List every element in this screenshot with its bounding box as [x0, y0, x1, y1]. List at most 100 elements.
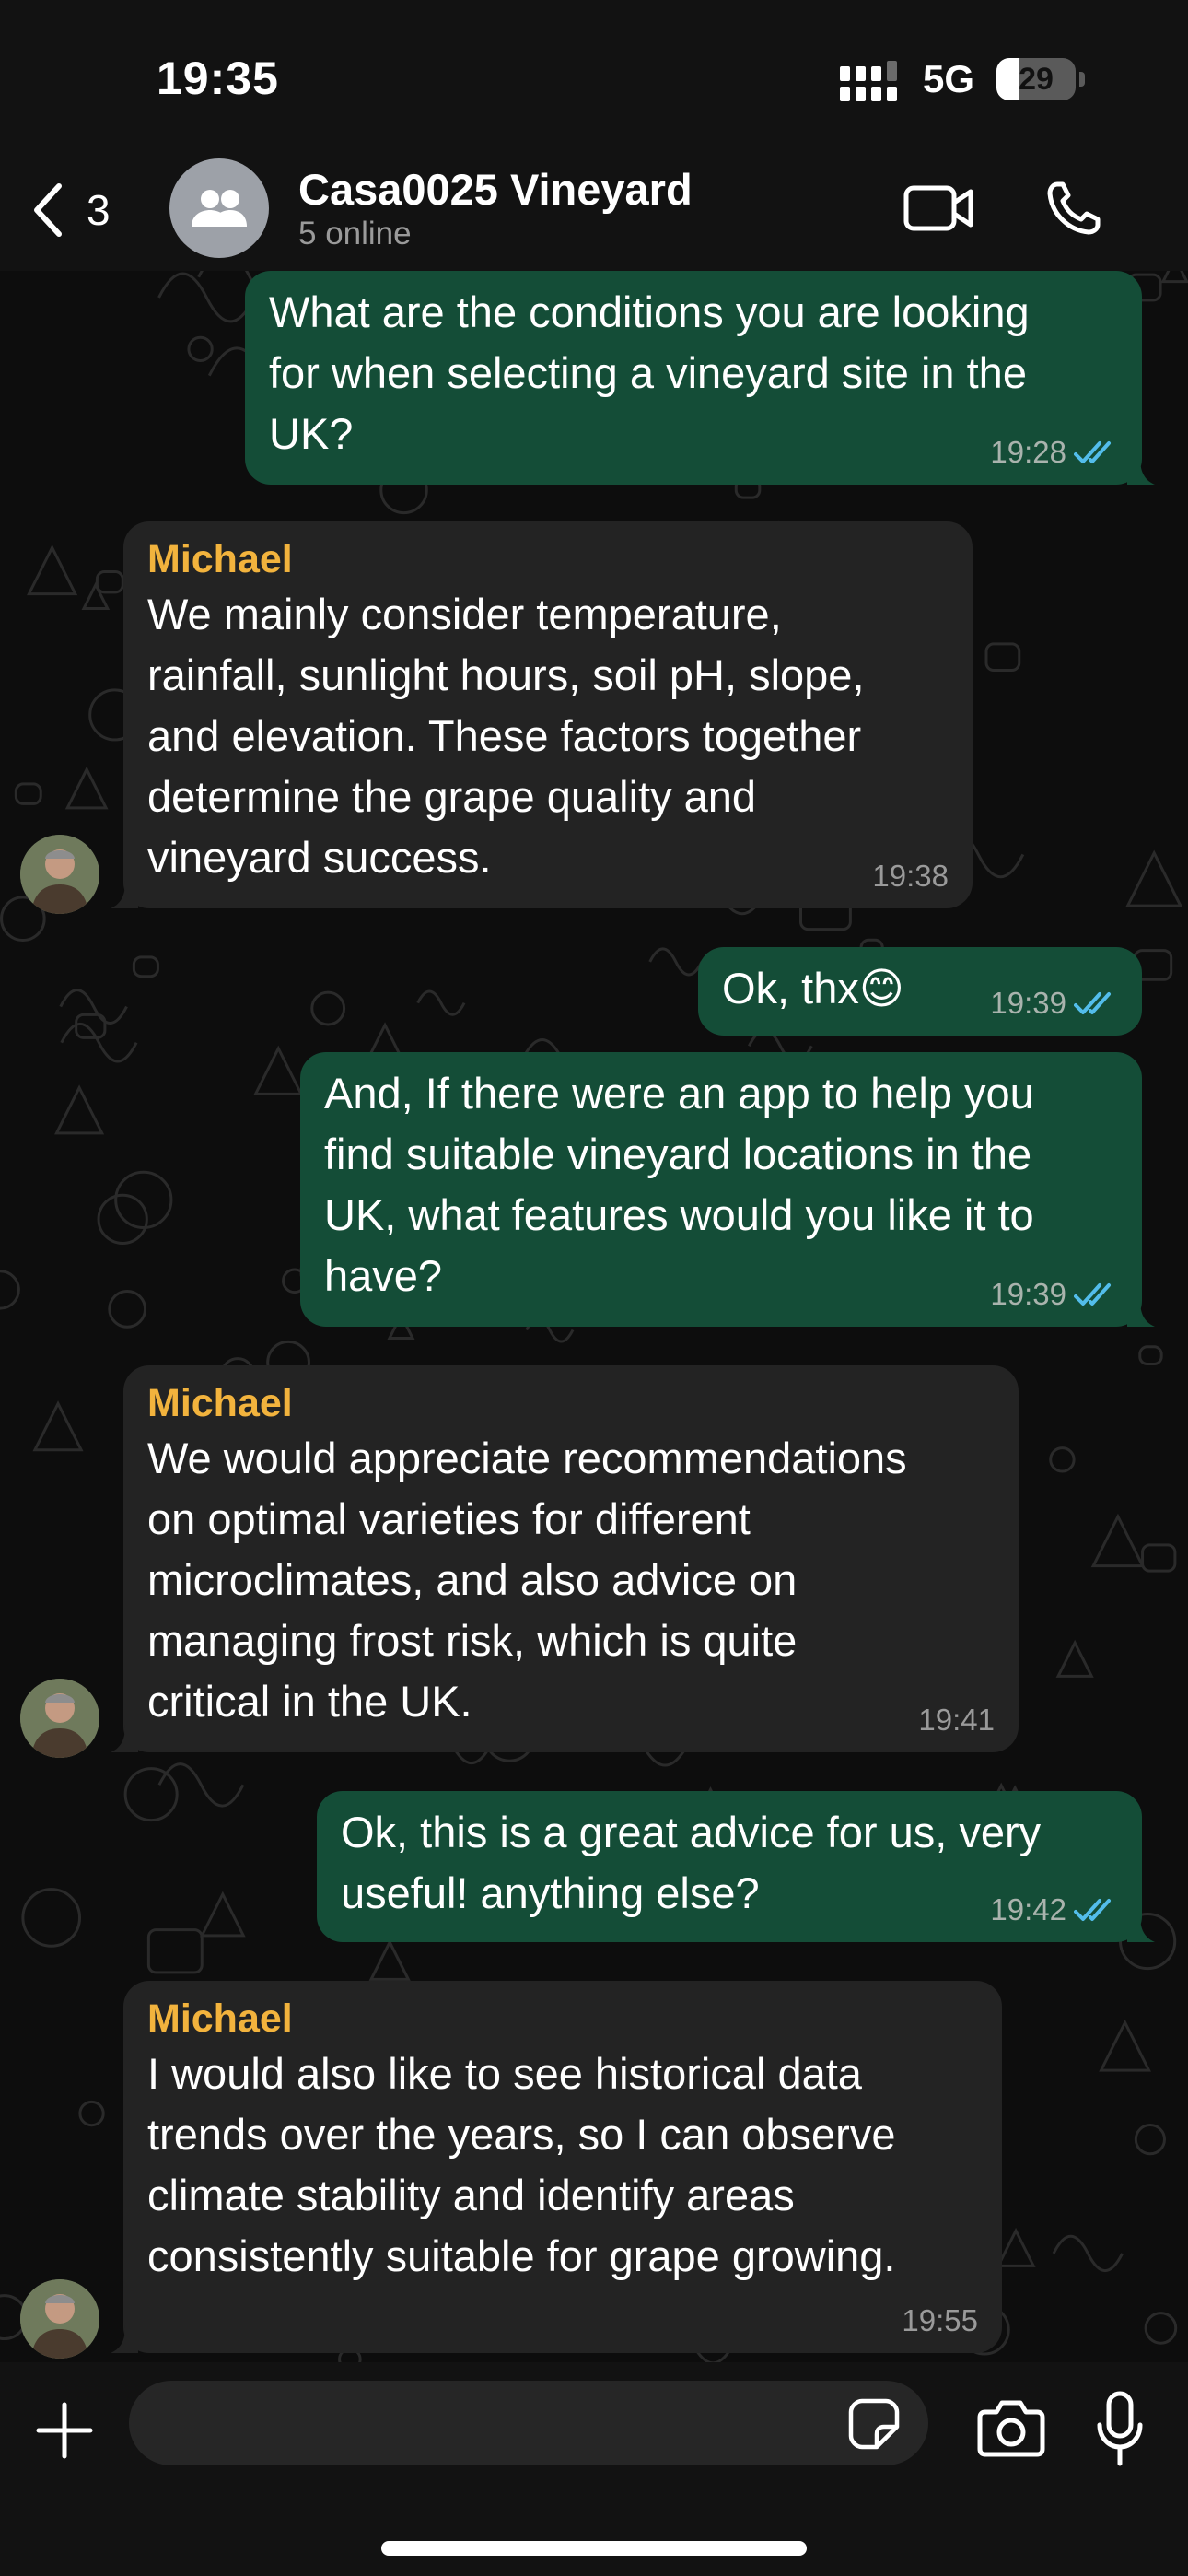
bubble-tail: [111, 1725, 138, 1752]
message-meta: 19:42: [990, 1892, 1118, 1927]
sender-avatar[interactable]: [20, 2279, 99, 2359]
group-avatar[interactable]: [169, 158, 269, 258]
wallpaper-doodle: [27, 544, 78, 596]
double-check-icon: [1074, 992, 1111, 1014]
sender-avatar[interactable]: [20, 1679, 99, 1758]
person-photo-icon: [20, 2279, 99, 2359]
message-bubble-outgoing[interactable]: Ok, this is a great advice for us, very …: [317, 1791, 1155, 1942]
message-composer: [0, 2362, 1188, 2576]
wallpaper-doodle: [1055, 1639, 1094, 1678]
wallpaper-doodle: [108, 1289, 147, 1329]
wallpaper-doodle: [32, 1400, 84, 1452]
wallpaper-doodle: [123, 1767, 179, 1822]
camera-button[interactable]: [976, 2395, 1046, 2460]
message-bubble-outgoing[interactable]: Ok, thx😊 19:39: [698, 947, 1142, 1036]
message-sender: Michael: [147, 1996, 293, 2041]
wallpaper-doodle: [1144, 2312, 1178, 2345]
double-check-icon: [1074, 1283, 1111, 1306]
wallpaper-doodle: [21, 1888, 82, 1948]
bubble-tail: [1127, 1914, 1155, 1942]
message-text: We mainly consider temperature, rainfall…: [147, 590, 865, 882]
wallpaper-doodle: [1141, 1543, 1177, 1573]
message-meta: 19:55: [902, 2303, 978, 2338]
message-meta: 19:38: [872, 859, 949, 894]
message-bubble-outgoing[interactable]: And, If there were an app to help you fi…: [300, 1052, 1155, 1327]
wallpaper-doodle: [81, 581, 111, 611]
video-camera-icon: [903, 185, 973, 231]
message-time: 19:28: [990, 435, 1066, 469]
person-photo-icon: [20, 1679, 99, 1758]
double-check-icon: [1074, 441, 1111, 463]
wallpaper-doodle: [199, 1891, 246, 1938]
wallpaper-doodle: [157, 1762, 245, 1808]
chevron-left-icon: [34, 183, 62, 237]
message-time: 19:38: [872, 859, 949, 893]
message-bubble-incoming[interactable]: Michael We would appreciate recommendati…: [111, 1365, 1019, 1752]
bubble-tail: [111, 881, 138, 908]
phone-icon: [1047, 181, 1101, 235]
message-input-wrapper: [129, 2381, 928, 2465]
wallpaper-doodle: [114, 1170, 173, 1230]
plus-icon: [36, 2402, 93, 2459]
message-meta: 19:39: [990, 986, 1118, 1021]
chat-header: 3 Casa0025 Vineyard 5 online: [0, 147, 1188, 271]
wallpaper-doodle: [996, 2227, 1036, 2267]
bubble-tail: [111, 2325, 138, 2353]
message-text: And, If there were an app to help you fi…: [324, 1069, 1034, 1300]
wallpaper-doodle: [648, 947, 704, 977]
sticker-button[interactable]: [847, 2397, 901, 2451]
message-meta: 19:39: [990, 1277, 1118, 1312]
message-time: 19:42: [990, 1892, 1066, 1926]
chat-area[interactable]: What are the conditions you are looking …: [0, 271, 1188, 2362]
wallpaper-doodle: [60, 1023, 138, 1063]
message-time: 19:41: [918, 1703, 995, 1737]
battery-nub: [1079, 72, 1085, 87]
wallpaper-doodle: [64, 766, 109, 810]
wallpaper-doodle: [253, 1045, 304, 1095]
video-call-button[interactable]: [901, 175, 978, 241]
wallpaper-doodle: [1099, 2019, 1151, 2072]
back-button[interactable]: 3: [28, 181, 111, 240]
wallpaper-doodle: [0, 1270, 20, 1310]
person-photo-icon: [20, 835, 99, 914]
wallpaper-doodle: [54, 1084, 105, 1135]
home-indicator[interactable]: [381, 2541, 807, 2556]
message-sender: Michael: [147, 537, 293, 581]
double-check-icon: [1074, 1899, 1111, 1921]
message-time: 19:39: [990, 986, 1066, 1020]
bubble-tail: [1127, 457, 1155, 485]
voice-call-button[interactable]: [1035, 175, 1112, 241]
wallpaper-doodle: [984, 642, 1021, 673]
attach-button[interactable]: [31, 2397, 98, 2464]
camera-icon: [977, 2400, 1045, 2457]
wallpaper-doodle: [78, 2100, 105, 2127]
wallpaper-doodle: [1090, 1513, 1146, 1568]
wallpaper-doodle: [310, 990, 346, 1026]
wallpaper-doodle: [157, 272, 256, 323]
message-text: We would appreciate recommendations on o…: [147, 1434, 907, 1726]
people-icon: [192, 190, 247, 227]
microphone-button[interactable]: [1092, 2390, 1147, 2467]
status-bar: 19:35 5G 29: [0, 0, 1188, 147]
sticker-icon: [848, 2398, 900, 2450]
message-bubble-incoming[interactable]: Michael We mainly consider temperature, …: [111, 521, 973, 908]
message-time: 19:55: [902, 2303, 978, 2337]
wallpaper-doodle: [1125, 849, 1183, 907]
wallpaper-doodle: [1160, 271, 1188, 284]
wallpaper-doodle: [187, 335, 214, 363]
sender-avatar[interactable]: [20, 835, 99, 914]
wallpaper-doodle: [416, 989, 466, 1016]
microphone-icon: [1097, 2391, 1143, 2466]
status-time: 19:35: [157, 53, 279, 104]
message-bubble-incoming[interactable]: Michael I would also like to see histori…: [111, 1981, 1002, 2353]
message-time: 19:39: [990, 1277, 1066, 1311]
chat-title[interactable]: Casa0025 Vineyard: [298, 164, 693, 215]
battery-percent: 29: [1019, 62, 1054, 97]
message-sender: Michael: [147, 1381, 293, 1425]
wallpaper-doodle: [1049, 1446, 1076, 1473]
message-input[interactable]: [158, 2381, 858, 2465]
wallpaper-doodle: [1052, 2235, 1124, 2272]
message-bubble-outgoing[interactable]: What are the conditions you are looking …: [245, 271, 1155, 485]
wallpaper-doodle: [368, 1938, 411, 1981]
network-type: 5G: [923, 57, 975, 100]
